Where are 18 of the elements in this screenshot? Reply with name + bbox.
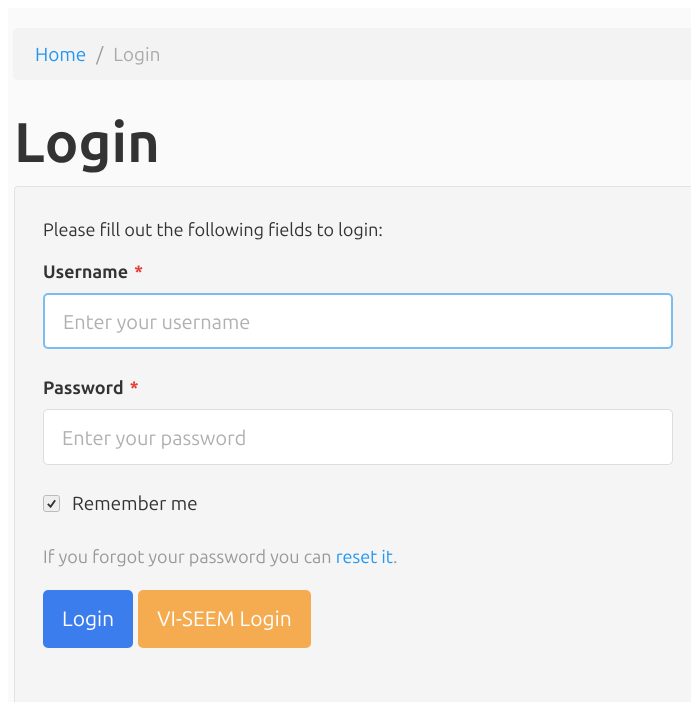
input-field[interactable]: Enter your username — [43, 293, 673, 349]
remember-label: Remember me — [72, 491, 198, 516]
checkbox[interactable] — [43, 494, 60, 512]
required-mark: * — [134, 261, 143, 284]
field-label: Username — [43, 261, 128, 284]
login-button[interactable]: VI-SEEM Login — [138, 590, 311, 648]
breadcrumb-current: Login — [113, 42, 160, 67]
input-field[interactable]: Enter your password — [43, 409, 673, 465]
login-button[interactable]: Login — [43, 590, 134, 648]
required-mark: * — [130, 377, 139, 400]
breadcrumb-separator: / — [96, 42, 104, 67]
field-label: Password — [43, 377, 124, 400]
forgot-password-text: If you forgot your password you can reset it. — [43, 546, 398, 568]
check-icon — [46, 498, 57, 509]
page-title: Login — [14, 110, 161, 174]
breadcrumb-link[interactable]: Home — [35, 40, 86, 68]
reset-link[interactable]: reset it — [336, 546, 394, 566]
intro-text: Please fill out the following fields to login: — [43, 219, 384, 242]
